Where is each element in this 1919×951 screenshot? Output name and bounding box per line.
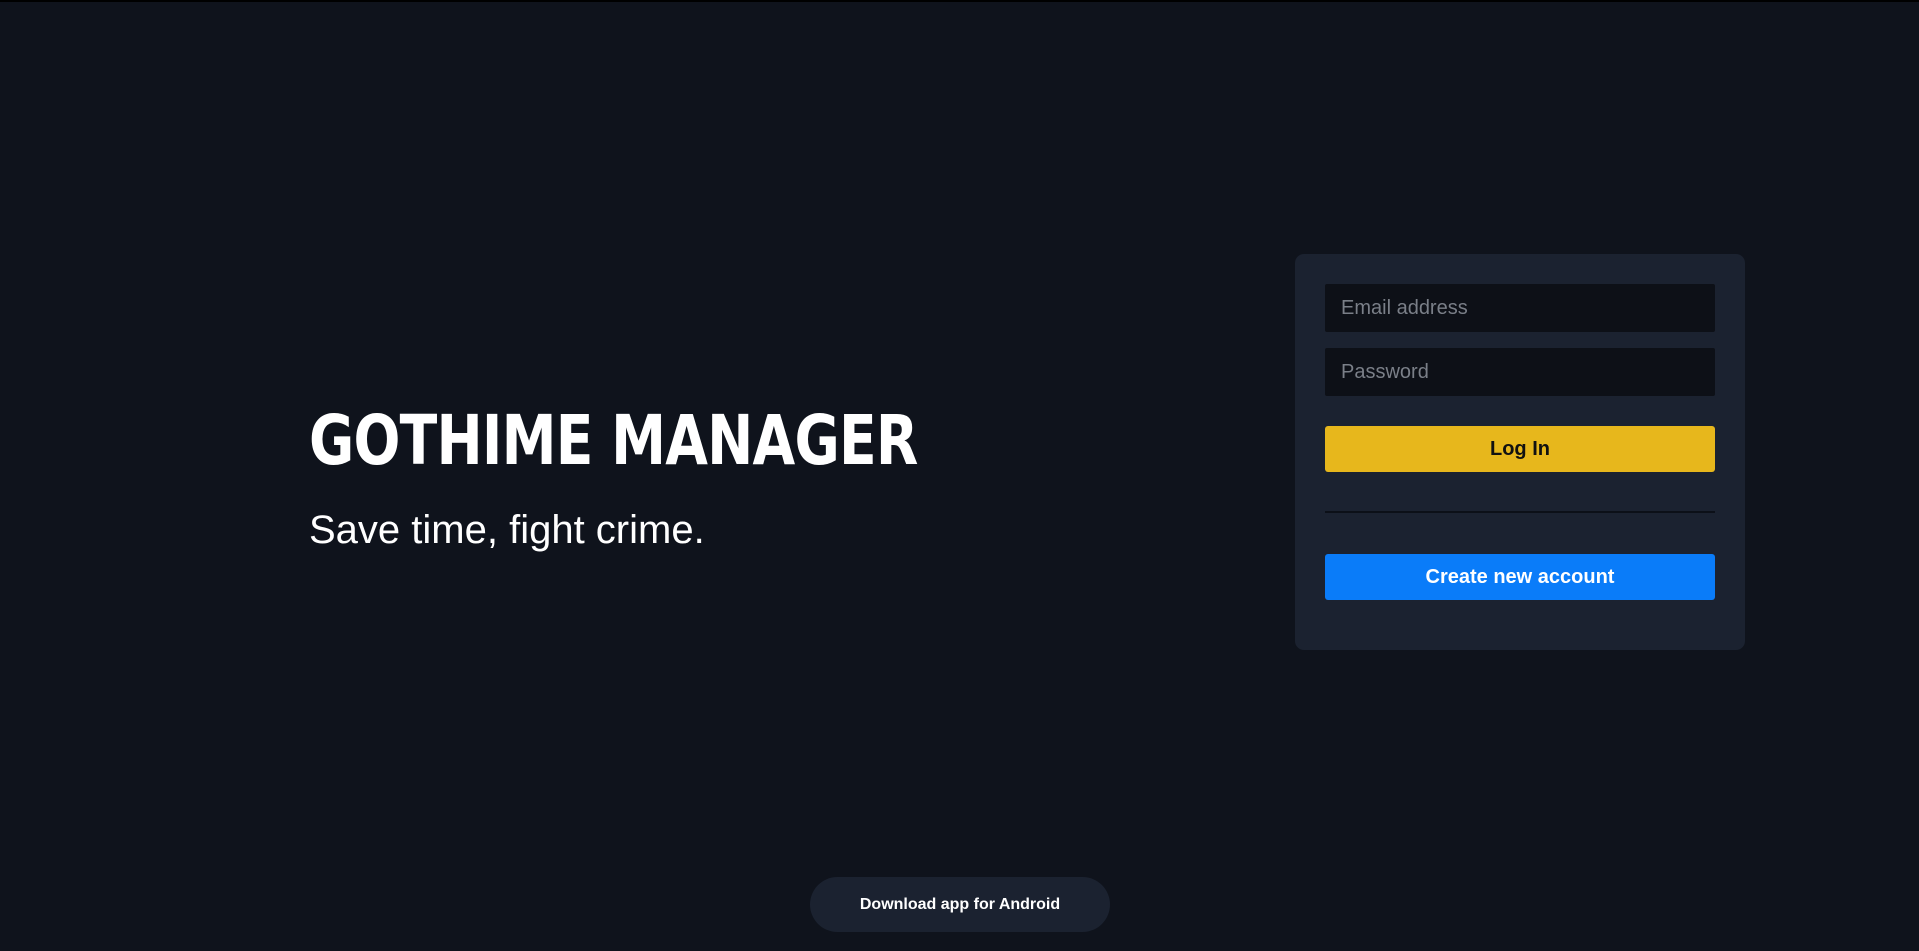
password-field[interactable] [1325, 348, 1715, 396]
email-field[interactable] [1325, 284, 1715, 332]
download-android-button[interactable]: Download app for Android [810, 877, 1110, 932]
login-card: Log In Create new account [1295, 254, 1745, 650]
form-divider [1325, 511, 1715, 513]
login-button[interactable]: Log In [1325, 426, 1715, 472]
app-title: GOTHIME MANAGER [309, 401, 918, 481]
hero-section: GOTHIME MANAGER Save time, fight crime. [309, 400, 1070, 554]
app-tagline: Save time, fight crime. [309, 508, 705, 552]
create-account-button[interactable]: Create new account [1325, 554, 1715, 600]
top-border [0, 0, 1919, 2]
